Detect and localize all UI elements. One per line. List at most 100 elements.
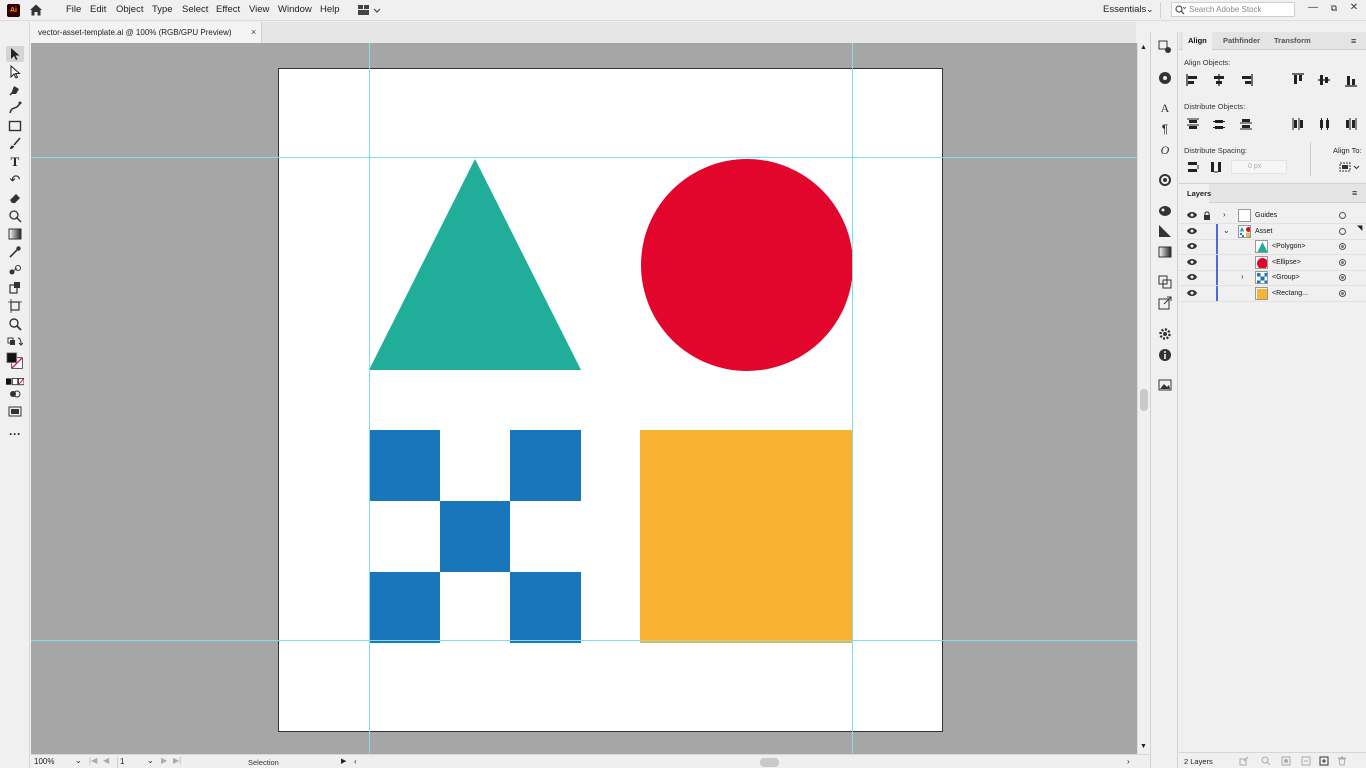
- spacing-value-field[interactable]: 0 px: [1231, 160, 1287, 174]
- layer-row-rectangle[interactable]: <Rectang...: [1179, 286, 1366, 302]
- guide-vertical[interactable]: [852, 43, 853, 754]
- export-asset-icon[interactable]: [1239, 756, 1249, 766]
- target-circle-icon[interactable]: [1339, 228, 1346, 235]
- eyedropper-tool-icon[interactable]: [6, 244, 24, 260]
- graphic-styles-icon[interactable]: [1157, 203, 1173, 219]
- appearance-icon[interactable]: [1157, 172, 1173, 188]
- opentype-icon[interactable]: O: [1157, 142, 1173, 158]
- target-circle-icon[interactable]: [1339, 212, 1346, 219]
- gradient-tool-icon[interactable]: [6, 226, 24, 242]
- visibility-eye-icon[interactable]: [1187, 273, 1197, 281]
- chevron-down-icon[interactable]: ⌄: [1223, 226, 1230, 235]
- visibility-eye-icon[interactable]: [1187, 227, 1197, 235]
- rectangle-tool-icon[interactable]: [6, 118, 24, 134]
- paragraph-icon[interactable]: ¶: [1157, 121, 1173, 137]
- vertical-scrollbar[interactable]: ▲ ▼: [1137, 43, 1149, 754]
- chevron-down-icon[interactable]: ⌄: [1146, 4, 1154, 15]
- menu-file[interactable]: File: [66, 4, 81, 15]
- menu-window[interactable]: Window: [278, 4, 312, 15]
- export-icon[interactable]: [1157, 295, 1173, 311]
- stock-search-field[interactable]: Search Adobe Stock: [1171, 2, 1295, 17]
- paintbrush-tool-icon[interactable]: [6, 136, 24, 152]
- menu-help[interactable]: Help: [320, 4, 340, 15]
- rotate-tool-icon[interactable]: ↶: [6, 172, 24, 188]
- layer-row-ellipse[interactable]: <Ellipse>: [1179, 255, 1366, 271]
- vertical-distribute-space-icon[interactable]: [1186, 160, 1200, 174]
- artboard[interactable]: [278, 68, 943, 732]
- home-icon[interactable]: [29, 3, 43, 17]
- artboard-tool-icon[interactable]: [6, 298, 24, 314]
- scroll-up-icon[interactable]: ▲: [1140, 44, 1147, 51]
- lock-icon[interactable]: [1203, 211, 1211, 220]
- first-artboard-icon[interactable]: |◀: [89, 756, 97, 765]
- zoom-tool-icon[interactable]: [6, 316, 24, 332]
- target-circle-icon[interactable]: [1339, 243, 1346, 250]
- visibility-eye-icon[interactable]: [1187, 289, 1197, 297]
- swatches-icon[interactable]: [1157, 223, 1173, 239]
- panel-menu-icon[interactable]: ≡: [1351, 36, 1356, 46]
- draw-mode-icon[interactable]: [6, 386, 24, 402]
- layer-row-polygon[interactable]: <Polygon>: [1179, 239, 1366, 255]
- visibility-eye-icon[interactable]: [1187, 211, 1197, 219]
- minimize-button[interactable]: —: [1305, 1, 1321, 15]
- guide-horizontal[interactable]: [31, 157, 1137, 158]
- layer-row-asset[interactable]: ⌄ Asset ◥: [1179, 224, 1366, 240]
- vertical-align-center-icon[interactable]: [1317, 73, 1331, 87]
- type-tool-icon[interactable]: T: [6, 154, 24, 170]
- visibility-eye-icon[interactable]: [1187, 258, 1197, 266]
- vertical-align-bottom-icon[interactable]: [1344, 73, 1358, 87]
- canvas-area[interactable]: [31, 43, 1137, 754]
- vertical-align-top-icon[interactable]: [1291, 73, 1305, 87]
- layer-row-group[interactable]: › <Group>: [1179, 270, 1366, 286]
- vertical-distribute-center-icon[interactable]: [1212, 117, 1226, 131]
- screen-mode-icon[interactable]: [6, 403, 24, 419]
- target-circle-icon[interactable]: [1339, 259, 1346, 266]
- chevron-down-icon[interactable]: ⌄: [75, 756, 82, 765]
- restore-button[interactable]: ⧉: [1326, 1, 1342, 15]
- vertical-distribute-bottom-icon[interactable]: [1239, 117, 1253, 131]
- target-circle-icon[interactable]: [1339, 290, 1346, 297]
- swap-default-colors-icon[interactable]: [6, 334, 24, 350]
- gradient-panel-icon[interactable]: [1157, 244, 1173, 260]
- info-icon[interactable]: [1157, 347, 1173, 363]
- next-artboard-icon[interactable]: ▶: [161, 756, 167, 765]
- horizontal-align-right-icon[interactable]: [1239, 73, 1253, 87]
- symbol-sprayer-tool-icon[interactable]: [6, 280, 24, 296]
- arrange-documents-button[interactable]: [357, 4, 383, 16]
- pen-tool-icon[interactable]: [6, 82, 24, 98]
- vertical-scroll-thumb[interactable]: [1140, 389, 1148, 411]
- menu-edit[interactable]: Edit: [90, 4, 106, 15]
- horizontal-scroll-thumb[interactable]: [760, 758, 779, 767]
- horizontal-distribute-left-icon[interactable]: [1291, 117, 1305, 131]
- shape-builder-tool-icon[interactable]: [6, 208, 24, 224]
- status-menu-icon[interactable]: ▶: [341, 757, 346, 765]
- horizontal-distribute-right-icon[interactable]: [1344, 117, 1358, 131]
- scroll-down-icon[interactable]: ▼: [1140, 743, 1147, 750]
- tab-align[interactable]: Align: [1183, 32, 1212, 50]
- guide-vertical[interactable]: [369, 43, 370, 754]
- properties-icon[interactable]: [1157, 39, 1173, 55]
- last-artboard-icon[interactable]: ▶|: [173, 756, 181, 765]
- horizontal-distribute-space-icon[interactable]: [1209, 160, 1223, 174]
- horizontal-align-left-icon[interactable]: [1186, 73, 1200, 87]
- menu-type[interactable]: Type: [152, 4, 173, 15]
- vertical-distribute-top-icon[interactable]: [1186, 117, 1200, 131]
- fill-stroke-swatches[interactable]: [6, 350, 24, 372]
- horizontal-align-center-icon[interactable]: [1212, 73, 1226, 87]
- chevron-right-icon[interactable]: ›: [1223, 210, 1226, 219]
- locate-object-icon[interactable]: [1261, 756, 1271, 766]
- workspace-selector[interactable]: Essentials: [1103, 4, 1146, 15]
- scroll-left-icon[interactable]: ‹: [354, 757, 357, 766]
- layer-row-guides[interactable]: › Guides: [1179, 208, 1366, 224]
- horizontal-distribute-center-icon[interactable]: [1317, 117, 1331, 131]
- target-circle-icon[interactable]: [1339, 274, 1346, 281]
- menu-effect[interactable]: Effect: [216, 4, 240, 15]
- previous-artboard-icon[interactable]: ◀: [103, 756, 109, 765]
- selection-tool-icon[interactable]: [6, 46, 24, 62]
- direct-selection-tool-icon[interactable]: [6, 64, 24, 80]
- document-tab[interactable]: vector-asset-template.ai @ 100% (RGB/GPU…: [30, 22, 262, 43]
- visibility-eye-icon[interactable]: [1187, 242, 1197, 250]
- settings-gear-icon[interactable]: [1157, 326, 1173, 342]
- panel-menu-icon[interactable]: ≡: [1352, 188, 1357, 198]
- close-window-button[interactable]: ✕: [1346, 1, 1362, 15]
